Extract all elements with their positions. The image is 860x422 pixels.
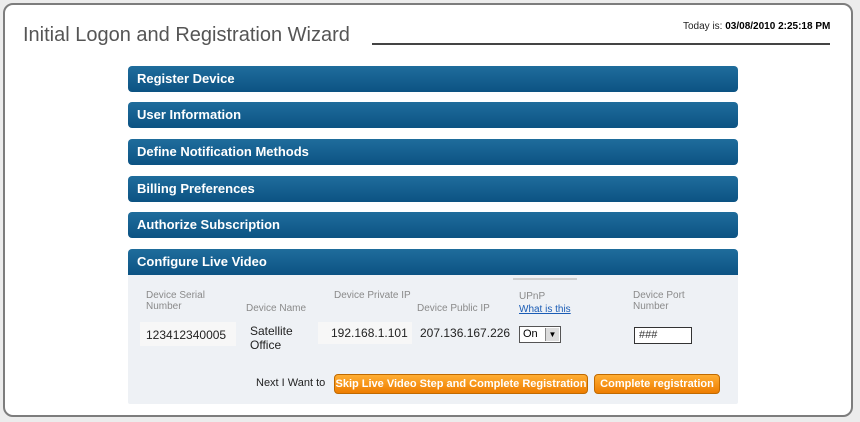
header-upnp: UPnP <box>519 291 546 302</box>
header-device-name: Device Name <box>246 303 307 314</box>
section-billing-preferences[interactable]: Billing Preferences <box>128 176 738 202</box>
section-authorize-subscription[interactable]: Authorize Subscription <box>128 212 738 238</box>
configure-live-video-panel: Configure Live Video Device Serial Numbe… <box>128 249 738 404</box>
title-underline <box>372 43 830 45</box>
current-datetime: Today is: 03/08/2010 2:25:18 PM <box>683 21 830 32</box>
header-device-private-ip: Device Private IP <box>334 290 411 301</box>
upnp-divider <box>513 278 577 280</box>
complete-registration-button[interactable]: Complete registration <box>594 374 720 394</box>
device-name-value: Satellite Office <box>250 324 293 352</box>
what-is-this-link[interactable]: What is this <box>519 304 571 315</box>
skip-live-video-button[interactable]: Skip Live Video Step and Complete Regist… <box>334 374 588 394</box>
today-value: 03/08/2010 2:25:18 PM <box>725 21 831 32</box>
device-public-ip-value: 207.136.167.226 <box>420 326 511 340</box>
device-private-ip-value: 192.168.1.101 <box>331 326 408 340</box>
header-device-port-number: Device Port Number <box>633 290 685 312</box>
device-serial-value: 123412340005 <box>146 328 227 342</box>
section-user-information[interactable]: User Information <box>128 102 738 128</box>
next-label: Next I Want to <box>256 377 326 389</box>
upnp-select[interactable]: On ▼ <box>519 326 561 343</box>
today-label: Today is: <box>683 21 723 32</box>
section-notification-methods[interactable]: Define Notification Methods <box>128 139 738 165</box>
section-register-device[interactable]: Register Device <box>128 66 738 92</box>
chevron-down-icon[interactable]: ▼ <box>545 328 559 341</box>
device-port-input[interactable]: ### <box>634 327 692 344</box>
header-device-serial-number: Device Serial Number <box>146 290 205 312</box>
upnp-selected-value: On <box>523 328 538 340</box>
header-device-public-ip: Device Public IP <box>417 303 490 314</box>
page-title: Initial Logon and Registration Wizard <box>23 24 350 46</box>
section-configure-live-video[interactable]: Configure Live Video <box>128 249 738 275</box>
